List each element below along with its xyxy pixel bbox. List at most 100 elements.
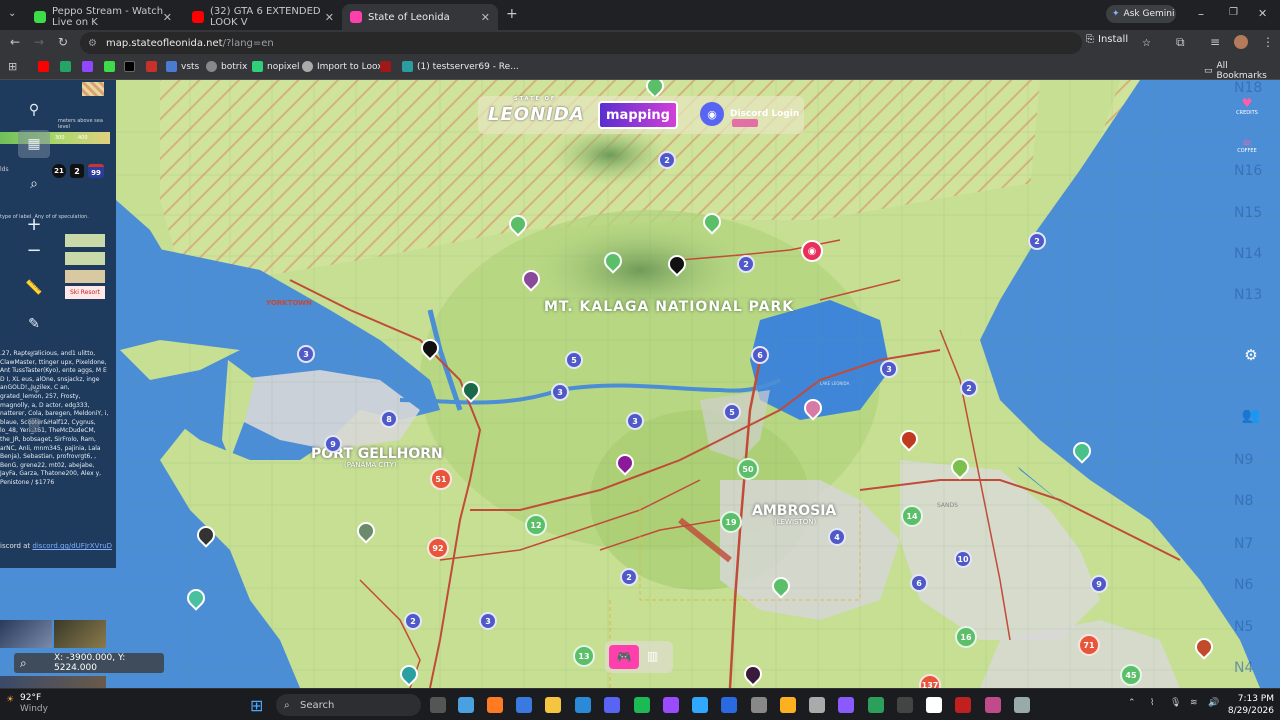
clock[interactable]: 7:13 PM 8/29/2026 xyxy=(1224,693,1274,717)
taskbar-app-icon[interactable] xyxy=(721,697,737,713)
wifi-icon[interactable]: ≋ xyxy=(1190,698,1198,708)
apps-icon[interactable]: ⊞ xyxy=(8,60,17,73)
window-close-button[interactable]: ✕ xyxy=(1258,7,1267,20)
marker-cluster[interactable]: 2 xyxy=(658,151,676,169)
marker-cluster[interactable]: 71 xyxy=(1078,634,1100,656)
bookmark-sheets[interactable] xyxy=(60,61,71,72)
bookmark-botrix[interactable]: botrix xyxy=(206,61,247,72)
taskbar-app-icon[interactable] xyxy=(838,697,854,713)
users-icon[interactable]: 👥 xyxy=(1236,400,1266,430)
taskbar-app-icon[interactable] xyxy=(545,697,561,713)
mic-icon[interactable]: 🎙 xyxy=(1170,698,1181,708)
marker-cluster[interactable]: 6 xyxy=(751,346,769,364)
bookmark-vsts[interactable]: vsts xyxy=(166,61,199,72)
tab-state-of-leonida[interactable]: State of Leonida ✕ xyxy=(342,4,498,30)
new-tab-button[interactable]: + xyxy=(506,6,518,22)
thumbnail-image[interactable] xyxy=(0,620,52,648)
taskbar-app-icon[interactable] xyxy=(985,697,1001,713)
marker-cluster[interactable]: 5 xyxy=(565,351,583,369)
bookmark-twitch[interactable] xyxy=(82,61,93,72)
marker-cluster[interactable]: 9 xyxy=(324,435,342,453)
search-zoom-icon[interactable]: ⌕ xyxy=(18,170,50,198)
coffee-button[interactable]: ☕ COFFEE xyxy=(1232,134,1262,168)
avatar[interactable] xyxy=(1234,35,1248,49)
tab-youtube[interactable]: (32) GTA 6 EXTENDED LOOK V ✕ xyxy=(184,4,342,30)
windows-start-icon[interactable]: ⊞ xyxy=(250,696,263,715)
label-tag[interactable] xyxy=(65,252,105,265)
bookmark-loox[interactable]: Import to Loox xyxy=(302,61,383,72)
marker-cluster[interactable]: 51 xyxy=(430,468,452,490)
bookmark-star-icon[interactable]: ☆ xyxy=(1142,38,1151,49)
marker-cluster[interactable]: 2 xyxy=(1028,232,1046,250)
thumbnail-image[interactable] xyxy=(0,676,106,688)
thumbnail-image[interactable] xyxy=(54,620,106,648)
discord-invite-link[interactable]: discord.gg/dUFJrXVruD xyxy=(32,542,112,550)
taskbar-app-icon[interactable] xyxy=(868,697,884,713)
bookmark-testserver[interactable]: (1) testserver69 - Re... xyxy=(402,61,519,72)
maximize-button[interactable]: ❐ xyxy=(1229,7,1238,18)
ask-gemini-button[interactable]: ✦ Ask Gemini xyxy=(1106,5,1176,23)
taskbar-app-icon[interactable] xyxy=(1014,697,1030,713)
marker-cluster[interactable]: 8 xyxy=(380,410,398,428)
credits-button[interactable]: ♥ CREDITS xyxy=(1232,96,1262,130)
label-tag[interactable] xyxy=(65,234,105,247)
mapping-logo[interactable]: mapping xyxy=(598,101,678,129)
reading-list-icon[interactable]: ≡ xyxy=(1210,35,1220,49)
label-tag[interactable] xyxy=(65,270,105,283)
taskbar-app-icon[interactable] xyxy=(926,697,942,713)
extensions-icon[interactable]: ⧉ xyxy=(1176,35,1185,50)
network-icon[interactable]: ⌇ xyxy=(1150,698,1154,708)
marker-cluster[interactable]: 3 xyxy=(297,345,315,363)
taskbar-app-icon[interactable] xyxy=(487,697,503,713)
marker-cluster[interactable]: 10 xyxy=(954,550,972,568)
tab-search-chevron-icon[interactable]: ⌄ xyxy=(8,8,16,19)
taskbar-app-icon[interactable] xyxy=(692,697,708,713)
close-icon[interactable]: ✕ xyxy=(163,11,172,24)
count-badge[interactable]: 21 xyxy=(52,164,66,178)
install-button[interactable]: ⎘ Install xyxy=(1086,34,1128,45)
address-bar[interactable]: ⚙ map.stateofleonida.net/?lang=en ⎘ Inst… xyxy=(80,32,1151,54)
marker-cluster[interactable]: 5 xyxy=(723,403,741,421)
taskbar-app-icon[interactable] xyxy=(955,697,971,713)
map-toggle-icon[interactable]: ▥ xyxy=(647,649,658,663)
taskbar-app-icon[interactable] xyxy=(809,697,825,713)
marker-cluster[interactable]: 12 xyxy=(525,514,547,536)
taskbar-app-icon[interactable] xyxy=(634,697,650,713)
close-icon[interactable]: ✕ xyxy=(481,11,490,24)
marker-cluster[interactable]: 4 xyxy=(828,528,846,546)
marker-cluster[interactable]: 3 xyxy=(479,612,497,630)
marker-cluster[interactable]: 9 xyxy=(1090,575,1108,593)
zoom-out-button[interactable]: − xyxy=(18,236,50,264)
bookmark-kick[interactable] xyxy=(104,61,115,72)
count-badge[interactable]: 2 xyxy=(70,164,84,178)
layers-icon[interactable]: ▦ xyxy=(18,130,50,158)
bookmark-x[interactable] xyxy=(124,61,135,72)
marker-cluster[interactable]: 19 xyxy=(720,511,742,533)
marker-cluster[interactable]: 6 xyxy=(910,574,928,592)
marker-cluster[interactable]: 92 xyxy=(427,537,449,559)
volume-icon[interactable]: 🔊 xyxy=(1208,698,1219,708)
minimize-button[interactable]: – xyxy=(1198,7,1204,21)
ski-resort-tag[interactable]: Ski Resort xyxy=(65,286,105,299)
taskbar-app-icon[interactable] xyxy=(575,697,591,713)
taskbar-app-icon[interactable] xyxy=(604,697,620,713)
gamepad-icon[interactable]: 🎮 xyxy=(609,645,639,669)
weather-widget[interactable]: ☀ 92°F Windy xyxy=(6,693,48,715)
taskbar-app-icon[interactable] xyxy=(458,697,474,713)
marker-cluster[interactable]: 2 xyxy=(620,568,638,586)
bookmark-nopixel[interactable]: nopixel xyxy=(252,61,300,72)
marker-cluster[interactable]: 3 xyxy=(626,412,644,430)
settings-gear-icon[interactable]: ⚙ xyxy=(1236,340,1266,370)
taskbar-app-icon[interactable] xyxy=(897,697,913,713)
marker-cluster[interactable]: 3 xyxy=(551,383,569,401)
taskbar-app-icon[interactable] xyxy=(780,697,796,713)
site-logo[interactable]: STATE OF LEONIDA xyxy=(488,96,585,125)
trash-icon[interactable]: 🗑 xyxy=(18,412,50,440)
camera-pin-icon[interactable]: ◉ xyxy=(801,240,823,262)
ruler-icon[interactable]: 📏 xyxy=(18,274,50,302)
bookmark-youtube[interactable] xyxy=(38,61,49,72)
search-icon[interactable]: ⌕ xyxy=(20,656,27,671)
marker-cluster[interactable]: 2 xyxy=(404,612,422,630)
count-badge[interactable]: 99 xyxy=(88,164,104,178)
bookmark-red[interactable] xyxy=(146,61,157,72)
